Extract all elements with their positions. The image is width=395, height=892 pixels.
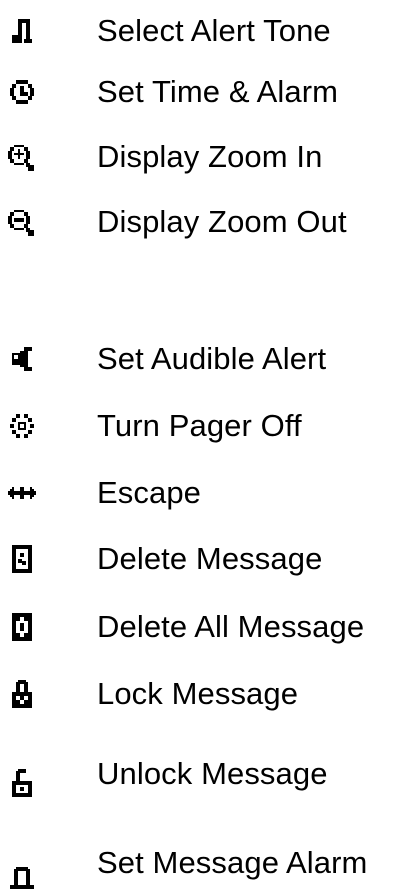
zoom-in-icon [8,143,36,171]
legend-label: Delete All Message [97,609,365,644]
escape-icon [8,479,36,507]
lock-icon [8,680,36,708]
legend-item-display-zoom-out: Display Zoom Out [0,197,395,247]
legend-label: Set Message Alarm [97,845,368,880]
legend-label: Escape [97,475,201,510]
legend-item-select-alert-tone: Select Alert Tone [0,6,395,56]
delete-all-icon [8,613,36,641]
legend-item-delete-message: Delete Message [0,534,395,584]
speaker-icon [8,345,36,373]
legend-label: Turn Pager Off [97,408,302,443]
legend-item-turn-pager-off: Turn Pager Off [0,401,395,451]
bell-icon [8,863,36,891]
legend-label: Display Zoom Out [97,204,347,239]
legend-label: Select Alert Tone [97,13,331,48]
legend-label: Display Zoom In [97,139,323,174]
legend-item-set-time-alarm: Set Time & Alarm [0,67,395,117]
legend-item-lock-message: Lock Message [0,669,395,719]
power-off-icon [8,412,36,440]
clock-icon [8,78,36,106]
unlock-icon [8,769,36,797]
legend-item-set-audible-alert: Set Audible Alert [0,334,395,384]
delete-message-icon [8,545,36,573]
legend-item-unlock-message: Unlock Message [0,749,395,799]
zoom-out-icon [8,208,36,236]
legend-label: Delete Message [97,541,323,576]
legend-label: Set Audible Alert [97,341,327,376]
legend-label: Unlock Message [97,756,328,791]
legend-label: Set Time & Alarm [97,74,339,109]
music-note-icon [8,17,36,45]
legend-item-display-zoom-in: Display Zoom In [0,132,395,182]
legend-label: Lock Message [97,676,299,711]
legend-item-delete-all-message: Delete All Message [0,602,395,652]
legend-item-set-message-alarm: Set Message Alarm [0,838,395,891]
legend-item-escape: Escape [0,468,395,518]
